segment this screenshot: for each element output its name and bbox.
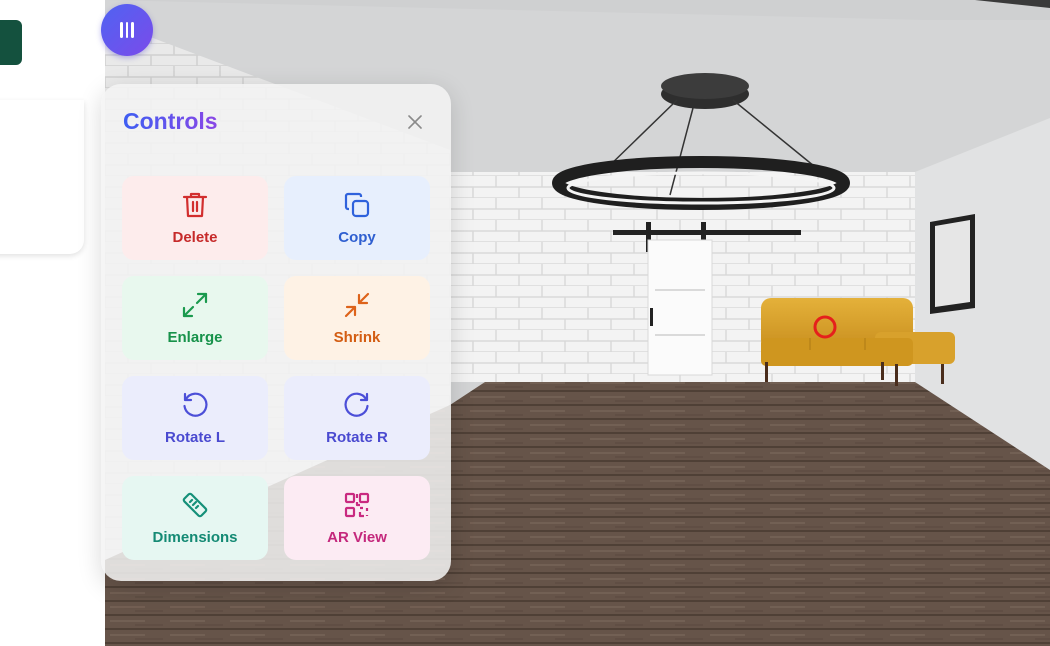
- rotate-left-label: Rotate L: [165, 429, 225, 446]
- controls-title: Controls: [123, 108, 218, 134]
- close-icon: [408, 115, 422, 129]
- menu-toggle-button[interactable]: [101, 4, 153, 56]
- dimensions-label: Dimensions: [152, 529, 238, 546]
- shrink-icon: [342, 290, 372, 320]
- enlarge-label: Enlarge: [167, 329, 223, 346]
- expand-icon: [180, 290, 210, 320]
- controls-panel: Controls Delete Copy Enlarge Shrink Rota…: [101, 84, 451, 581]
- ar-view-label: AR View: [327, 529, 387, 546]
- delete-button[interactable]: Delete: [122, 176, 268, 260]
- dimensions-button[interactable]: Dimensions: [122, 476, 268, 560]
- rotate-right-icon: [342, 390, 372, 420]
- ruler-icon: [180, 490, 210, 520]
- trash-icon: [180, 190, 210, 220]
- copy-button[interactable]: Copy: [284, 176, 430, 260]
- rotate-right-label: Rotate R: [326, 429, 388, 446]
- rotate-right-button[interactable]: Rotate R: [284, 376, 430, 460]
- rotate-left-button[interactable]: Rotate L: [122, 376, 268, 460]
- left-sidebar: [0, 0, 105, 646]
- shrink-button[interactable]: Shrink: [284, 276, 430, 360]
- menu-icon: [120, 22, 123, 38]
- side-panel: [0, 100, 84, 254]
- rotate-left-icon: [180, 390, 210, 420]
- shrink-label: Shrink: [333, 329, 381, 346]
- enlarge-button[interactable]: Enlarge: [122, 276, 268, 360]
- delete-label: Delete: [172, 229, 218, 246]
- ar-view-button[interactable]: AR View: [284, 476, 430, 560]
- sidebar-action-button[interactable]: [0, 20, 22, 65]
- close-button[interactable]: [403, 110, 427, 134]
- copy-label: Copy: [338, 229, 376, 246]
- copy-icon: [342, 190, 372, 220]
- qr-code-icon: [342, 490, 372, 520]
